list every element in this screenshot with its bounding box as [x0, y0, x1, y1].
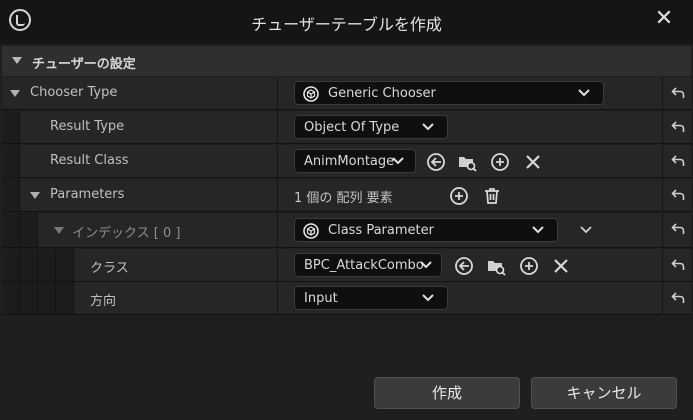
expand-arrow-icon[interactable]	[10, 90, 20, 97]
result-type-value: Object Of Type	[304, 120, 400, 135]
chevron-down-icon	[422, 294, 434, 302]
indent-guide	[2, 111, 20, 143]
property-row-direction: 方向 Input	[2, 282, 691, 315]
reset-to-default-button[interactable]	[662, 249, 691, 281]
plus-circle-icon[interactable]	[490, 152, 510, 172]
property-row-chooser-type: Chooser Type Generic Chooser	[2, 77, 691, 110]
reset-arrow-icon	[671, 292, 685, 303]
name-column: 方向	[2, 282, 278, 314]
struct-icon	[303, 86, 319, 102]
result-class-dropdown[interactable]: AnimMontage	[294, 149, 416, 173]
use-selected-arrow-icon[interactable]	[454, 256, 474, 276]
struct-icon	[303, 223, 319, 239]
class-dropdown[interactable]: BPC_AttackCombo	[294, 253, 442, 277]
x-icon[interactable]	[523, 152, 543, 172]
reset-arrow-icon	[671, 87, 685, 98]
indent-guide	[2, 179, 20, 211]
indent-guide	[38, 249, 56, 281]
chooser-type-dropdown[interactable]: Generic Chooser	[294, 81, 604, 105]
indent-guide	[20, 249, 38, 281]
index-parameter-dropdown[interactable]: Class Parameter	[294, 218, 558, 242]
name-column: Result Class	[2, 145, 278, 177]
indent-guide	[38, 282, 56, 314]
browse-folder-icon[interactable]	[457, 152, 477, 172]
trash-icon[interactable]	[482, 186, 502, 206]
element-options-chevron-icon[interactable]	[580, 226, 592, 234]
name-column: Chooser Type	[2, 77, 278, 109]
reset-to-default-button[interactable]	[662, 145, 691, 177]
indent-guide	[56, 282, 74, 314]
create-button[interactable]: 作成	[374, 377, 520, 409]
result-type-label: Result Type	[50, 119, 125, 134]
class-value: BPC_AttackCombo	[304, 258, 424, 273]
chevron-down-icon	[532, 226, 544, 234]
property-row-result-class: Result Class AnimMontage	[2, 145, 691, 178]
property-row-index-0: インデックス [ 0 ] Class Parameter	[2, 213, 691, 248]
expand-arrow-icon[interactable]	[30, 192, 40, 199]
name-column: Result Type	[2, 111, 278, 143]
reset-to-default-button[interactable]	[662, 77, 691, 109]
chooser-type-value: Generic Chooser	[328, 86, 436, 101]
reset-arrow-icon	[671, 259, 685, 270]
x-icon[interactable]	[551, 256, 571, 276]
reset-to-default-button[interactable]	[662, 179, 691, 211]
plus-circle-icon[interactable]	[449, 186, 469, 206]
chooser-type-label: Chooser Type	[30, 85, 118, 100]
reset-arrow-icon	[671, 189, 685, 200]
indent-guide	[2, 282, 20, 314]
browse-folder-icon[interactable]	[486, 256, 506, 276]
direction-value: Input	[304, 291, 338, 306]
name-column: インデックス [ 0 ]	[2, 213, 278, 247]
index-label: インデックス [ 0 ]	[72, 226, 181, 241]
result-class-value: AnimMontage	[304, 154, 395, 169]
property-row-parameters: Parameters 1 個の 配列 要素	[2, 179, 691, 212]
indent-guide	[2, 249, 20, 281]
reset-arrow-icon	[671, 121, 685, 132]
indent-guide	[2, 213, 20, 247]
cancel-button[interactable]: キャンセル	[531, 377, 677, 409]
direction-dropdown[interactable]: Input	[294, 286, 448, 310]
reset-arrow-icon	[671, 155, 685, 166]
category-header[interactable]: チューザーの設定	[2, 46, 691, 76]
direction-label: 方向	[90, 294, 117, 309]
indent-guide	[20, 282, 38, 314]
reset-to-default-button[interactable]	[662, 111, 691, 143]
index-parameter-value: Class Parameter	[328, 223, 434, 238]
property-row-result-type: Result Type Object Of Type	[2, 111, 691, 144]
close-button[interactable]: ✕	[650, 6, 678, 32]
name-column: クラス	[2, 249, 278, 281]
expand-arrow-icon[interactable]	[54, 227, 64, 234]
parameters-label: Parameters	[50, 187, 125, 202]
property-row-class: クラス BPC_AttackCombo	[2, 249, 691, 282]
reset-to-default-button[interactable]	[662, 213, 691, 247]
use-selected-arrow-icon[interactable]	[426, 152, 446, 172]
indent-guide	[2, 145, 20, 177]
indent-guide	[20, 213, 38, 247]
chevron-down-icon	[392, 157, 404, 165]
indent-guide	[56, 249, 74, 281]
array-element-count: 1 個の 配列 要素	[294, 191, 393, 206]
class-label: クラス	[90, 261, 129, 276]
collapse-arrow-icon[interactable]	[12, 57, 22, 64]
plus-circle-icon[interactable]	[519, 256, 539, 276]
chevron-down-icon	[578, 89, 590, 97]
reset-to-default-button[interactable]	[662, 282, 691, 314]
result-class-label: Result Class	[50, 153, 129, 168]
category-label: チューザーの設定	[32, 57, 136, 72]
reset-arrow-icon	[671, 223, 685, 234]
chevron-down-icon	[422, 123, 434, 131]
chevron-down-icon	[420, 261, 432, 269]
result-type-dropdown[interactable]: Object Of Type	[294, 115, 448, 139]
name-column: Parameters	[2, 179, 278, 211]
window-title: チューザーテーブルを作成	[251, 15, 442, 34]
title-bar: チューザーテーブルを作成 ✕	[0, 0, 693, 44]
